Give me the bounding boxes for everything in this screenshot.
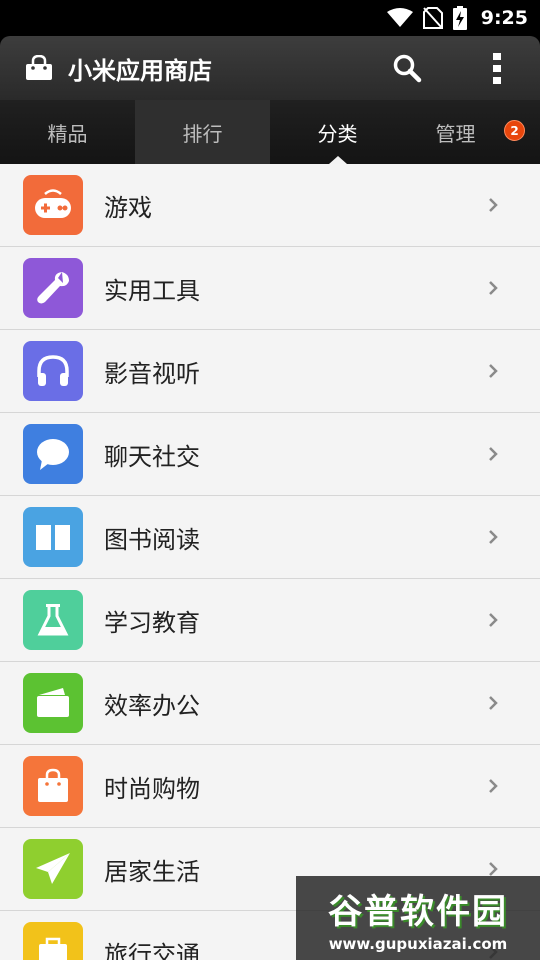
category-item-media[interactable]: 影音视听	[0, 330, 540, 413]
watermark-url: www.gupuxiazai.com	[328, 934, 508, 953]
chevron-right-icon	[489, 862, 498, 876]
category-item-productivity[interactable]: 效率办公	[0, 662, 540, 745]
category-label: 居家生活	[104, 857, 200, 886]
chevron-right-icon	[489, 696, 498, 710]
tab-categories[interactable]: 分类	[270, 100, 405, 164]
battery-charging-icon	[452, 6, 467, 30]
flask-icon	[23, 590, 83, 650]
shopping-bag-icon	[23, 756, 83, 816]
site-watermark: 谷普软件园 www.gupuxiazai.com	[296, 876, 540, 960]
chat-bubble-icon	[23, 424, 83, 484]
tab-featured[interactable]: 精品	[0, 100, 135, 164]
chevron-right-icon	[489, 364, 498, 378]
category-label: 效率办公	[104, 691, 200, 720]
category-label: 旅行交通	[104, 940, 200, 960]
category-label: 时尚购物	[104, 774, 200, 803]
category-label: 实用工具	[104, 276, 200, 305]
category-label: 聊天社交	[104, 442, 200, 471]
category-item-education[interactable]: 学习教育	[0, 579, 540, 662]
category-item-tools[interactable]: 实用工具	[0, 247, 540, 330]
chevron-right-icon	[489, 613, 498, 627]
watermark-title: 谷普软件园	[328, 891, 508, 932]
active-tab-indicator	[328, 156, 347, 164]
tab-label: 精品	[47, 121, 88, 146]
paper-plane-icon	[23, 839, 83, 899]
shopping-bag-icon	[26, 55, 52, 80]
category-label: 学习教育	[104, 608, 200, 637]
wrench-icon	[23, 258, 83, 318]
tab-manage[interactable]: 管理 2	[405, 100, 540, 164]
luggage-icon	[23, 922, 83, 960]
tab-label: 排行	[182, 121, 223, 146]
no-sim-icon	[422, 7, 443, 29]
chevron-right-icon	[489, 779, 498, 793]
chevron-right-icon	[489, 530, 498, 544]
category-item-shopping[interactable]: 时尚购物	[0, 745, 540, 828]
category-item-social[interactable]: 聊天社交	[0, 413, 540, 496]
status-time: 9:25	[480, 7, 528, 29]
tab-label: 管理	[435, 121, 476, 146]
chevron-right-icon	[489, 198, 498, 212]
headphones-icon	[23, 341, 83, 401]
search-icon[interactable]	[392, 53, 422, 83]
chevron-right-icon	[489, 281, 498, 295]
gamepad-icon	[23, 175, 83, 235]
overflow-menu-icon[interactable]	[490, 52, 504, 86]
tab-label: 分类	[317, 121, 358, 146]
category-list: 游戏 实用工具 影音视听 聊天社交 图书阅读 学习教育 效率办公 时尚购物 居家…	[0, 164, 540, 960]
book-icon	[23, 507, 83, 567]
tab-ranking[interactable]: 排行	[135, 100, 270, 164]
category-item-games[interactable]: 游戏	[0, 164, 540, 247]
update-count-badge: 2	[504, 120, 525, 141]
category-label: 游戏	[104, 193, 152, 222]
category-item-reading[interactable]: 图书阅读	[0, 496, 540, 579]
chevron-right-icon	[489, 447, 498, 461]
tab-bar: 精品 排行 分类 管理 2	[0, 100, 540, 164]
category-label: 影音视听	[104, 359, 200, 388]
status-bar: 9:25	[0, 0, 540, 36]
app-bar: 小米应用商店	[0, 36, 540, 100]
folder-icon	[23, 673, 83, 733]
category-label: 图书阅读	[104, 525, 200, 554]
wifi-icon	[386, 8, 413, 27]
app-title: 小米应用商店	[68, 56, 212, 85]
